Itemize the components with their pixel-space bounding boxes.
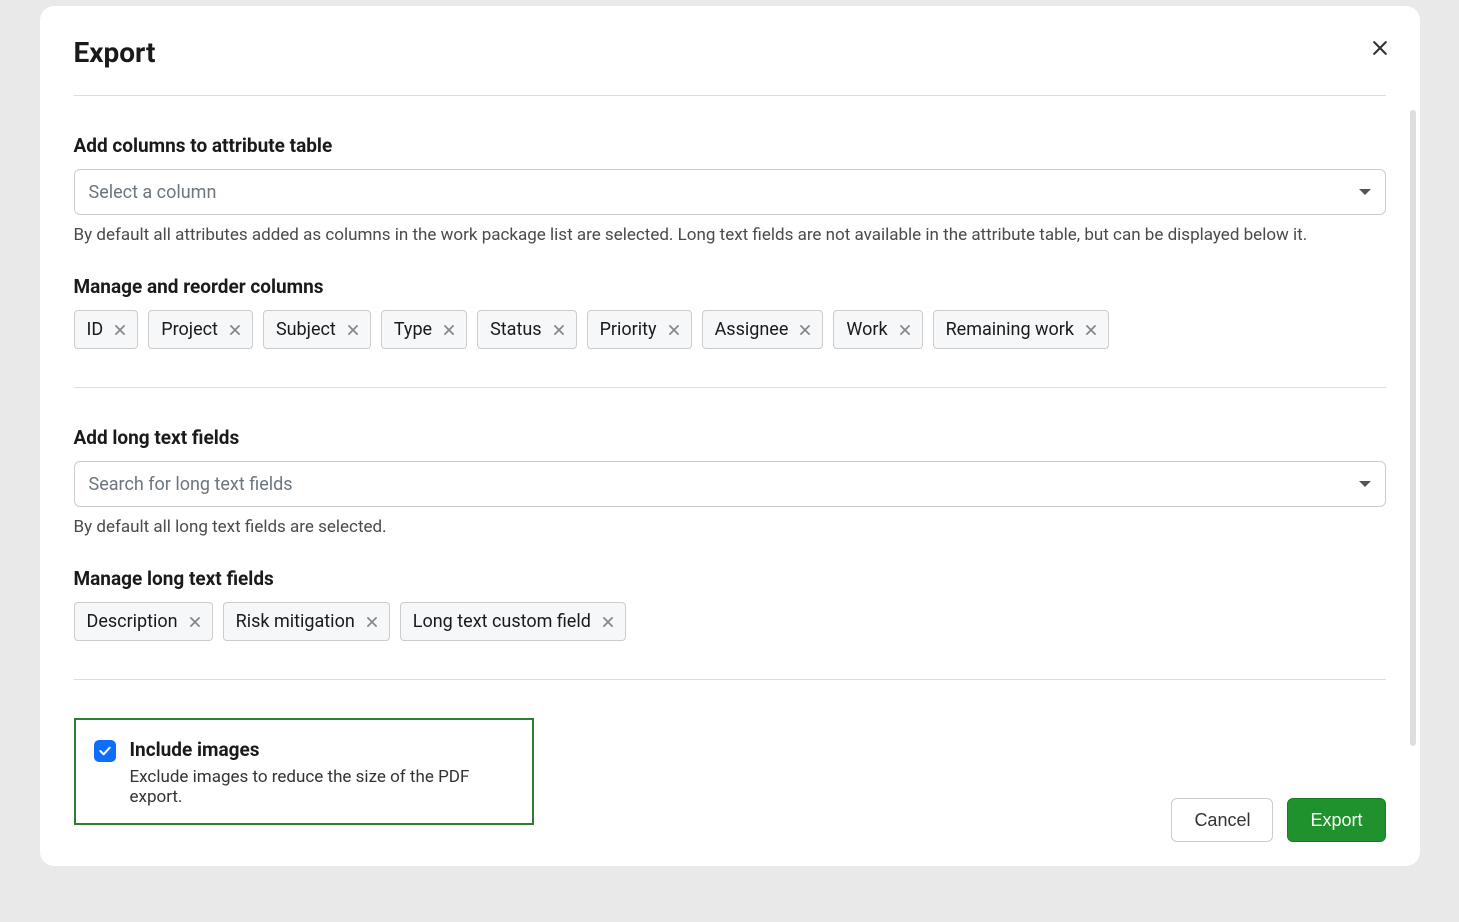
chip-remove[interactable] bbox=[601, 615, 615, 629]
close-icon bbox=[188, 615, 202, 629]
chevron-down-icon bbox=[1359, 481, 1371, 487]
column-chip[interactable]: Description bbox=[74, 602, 213, 641]
chip-label: Work bbox=[846, 319, 887, 340]
chip-remove[interactable] bbox=[365, 615, 379, 629]
chip-remove[interactable] bbox=[113, 323, 127, 337]
include-images-option: Include images Exclude images to reduce … bbox=[74, 718, 534, 825]
chip-label: Type bbox=[394, 319, 432, 340]
close-icon bbox=[442, 323, 456, 337]
manage-columns-chips: ID Project Subject Type Status Priority Assign… bbox=[74, 310, 1386, 349]
close-icon bbox=[552, 323, 566, 337]
modal-title: Export bbox=[74, 36, 1386, 69]
chip-remove[interactable] bbox=[667, 323, 681, 337]
column-chip[interactable]: Work bbox=[833, 310, 922, 349]
chip-remove[interactable] bbox=[188, 615, 202, 629]
chip-label: Assignee bbox=[715, 319, 789, 340]
chip-label: Risk mitigation bbox=[236, 611, 355, 632]
cancel-button[interactable]: Cancel bbox=[1171, 798, 1273, 842]
chip-remove[interactable] bbox=[898, 323, 912, 337]
close-icon bbox=[113, 323, 127, 337]
check-icon bbox=[97, 743, 113, 759]
close-icon bbox=[601, 615, 615, 629]
manage-columns-label: Manage and reorder columns bbox=[74, 275, 1386, 298]
column-chip[interactable]: Assignee bbox=[702, 310, 824, 349]
add-columns-label: Add columns to attribute table bbox=[74, 134, 1386, 157]
include-images-text: Include images Exclude images to reduce … bbox=[130, 738, 514, 807]
close-icon bbox=[1084, 323, 1098, 337]
manage-long-label: Manage long text fields bbox=[74, 567, 1386, 590]
close-icon bbox=[346, 323, 360, 337]
chip-remove[interactable] bbox=[346, 323, 360, 337]
chip-remove[interactable] bbox=[798, 323, 812, 337]
close-icon bbox=[798, 323, 812, 337]
column-chip[interactable]: Status bbox=[477, 310, 576, 349]
chip-label: ID bbox=[87, 319, 104, 340]
chip-remove[interactable] bbox=[442, 323, 456, 337]
add-long-placeholder: Search for long text fields bbox=[89, 474, 293, 495]
column-chip[interactable]: Risk mitigation bbox=[223, 602, 390, 641]
close-icon bbox=[667, 323, 681, 337]
column-chip[interactable]: ID bbox=[74, 310, 139, 349]
chip-label: Project bbox=[161, 319, 218, 340]
include-images-checkbox[interactable] bbox=[94, 740, 116, 762]
close-button[interactable] bbox=[1370, 38, 1390, 62]
chevron-down-icon bbox=[1359, 189, 1371, 195]
chip-label: Long text custom field bbox=[413, 611, 591, 632]
chip-remove[interactable] bbox=[552, 323, 566, 337]
include-images-description: Exclude images to reduce the size of the… bbox=[130, 767, 514, 807]
manage-long-chips: Description Risk mitigation Long text cust… bbox=[74, 602, 1386, 641]
column-chip[interactable]: Project bbox=[148, 310, 253, 349]
export-button[interactable]: Export bbox=[1287, 798, 1385, 842]
column-chip[interactable]: Priority bbox=[587, 310, 692, 349]
add-long-helper: By default all long text fields are sele… bbox=[74, 517, 1386, 537]
close-icon bbox=[898, 323, 912, 337]
chip-remove[interactable] bbox=[228, 323, 242, 337]
include-images-label: Include images bbox=[130, 738, 514, 761]
chip-remove[interactable] bbox=[1084, 323, 1098, 337]
scrollbar[interactable] bbox=[1410, 110, 1416, 746]
add-columns-helper: By default all attributes added as colum… bbox=[74, 225, 1386, 245]
chip-label: Status bbox=[490, 319, 541, 340]
chip-label: Remaining work bbox=[946, 319, 1074, 340]
add-long-label: Add long text fields bbox=[74, 426, 1386, 449]
modal-footer: Cancel Export bbox=[1171, 798, 1385, 842]
chip-label: Description bbox=[87, 611, 178, 632]
add-long-select[interactable]: Search for long text fields bbox=[74, 461, 1386, 507]
column-chip[interactable]: Long text custom field bbox=[400, 602, 626, 641]
divider bbox=[74, 679, 1386, 680]
column-chip[interactable]: Type bbox=[381, 310, 467, 349]
close-icon bbox=[365, 615, 379, 629]
column-chip[interactable]: Subject bbox=[263, 310, 371, 349]
add-columns-placeholder: Select a column bbox=[89, 182, 217, 203]
divider bbox=[74, 95, 1386, 96]
close-icon bbox=[228, 323, 242, 337]
chip-label: Subject bbox=[276, 319, 336, 340]
divider bbox=[74, 387, 1386, 388]
close-icon bbox=[1370, 38, 1390, 58]
chip-label: Priority bbox=[600, 319, 657, 340]
column-chip[interactable]: Remaining work bbox=[933, 310, 1109, 349]
export-modal: Export Add columns to attribute table Se… bbox=[40, 6, 1420, 866]
add-columns-select[interactable]: Select a column bbox=[74, 169, 1386, 215]
